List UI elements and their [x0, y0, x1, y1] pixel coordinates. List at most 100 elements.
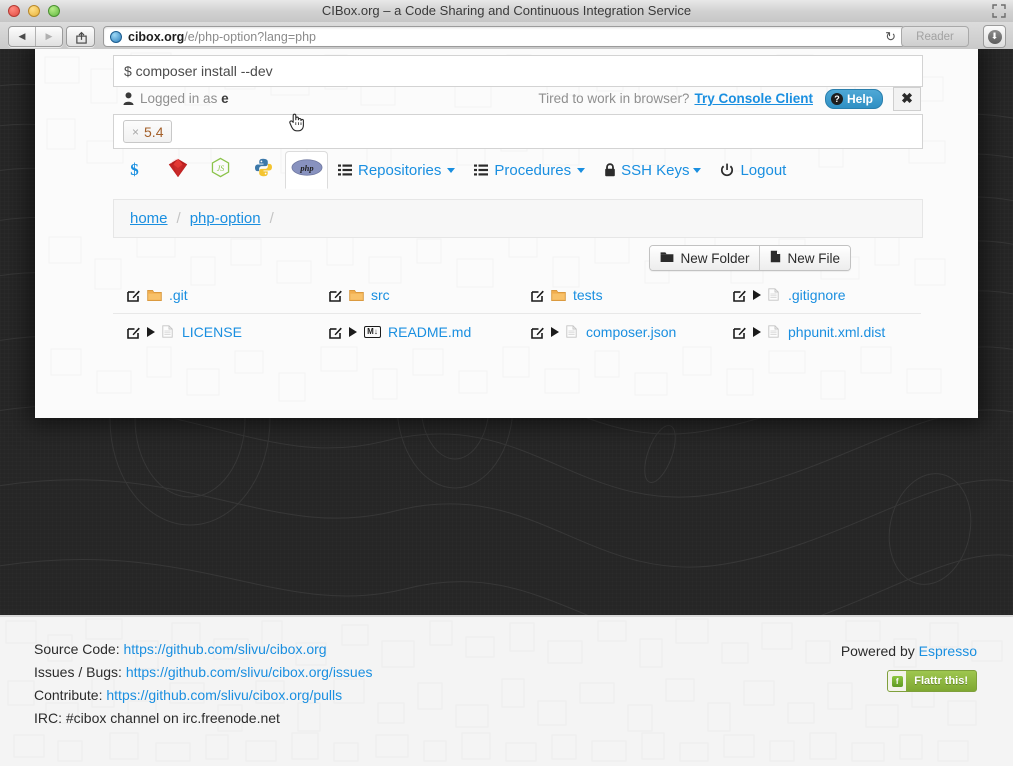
- remove-tag-icon[interactable]: ×: [132, 125, 139, 139]
- file-name[interactable]: .gitignore: [788, 287, 846, 303]
- edit-icon[interactable]: [531, 289, 544, 302]
- edit-icon[interactable]: [329, 289, 342, 302]
- run-icon[interactable]: [753, 290, 761, 300]
- site-favicon-icon: [110, 30, 122, 43]
- share-button[interactable]: [66, 26, 95, 47]
- lock-icon: [604, 163, 616, 177]
- browser-window: CIBox.org – a Code Sharing and Continuou…: [0, 0, 1013, 766]
- edit-icon[interactable]: [531, 326, 544, 339]
- php-icon: php: [291, 159, 323, 181]
- footer-link-contribute[interactable]: https://github.com/slivu/cibox.org/pulls: [106, 687, 342, 703]
- lang-tab-ruby[interactable]: [156, 151, 199, 189]
- file-name[interactable]: .git: [169, 287, 188, 303]
- flattr-button[interactable]: f Flattr this!: [887, 670, 977, 692]
- markdown-icon: M↓: [364, 326, 381, 338]
- file-name[interactable]: tests: [573, 287, 603, 303]
- footer-link-issues[interactable]: https://github.com/slivu/cibox.org/issue…: [126, 664, 373, 680]
- file-item[interactable]: phpunit.xml.dist: [719, 324, 921, 340]
- user-icon: [123, 92, 134, 105]
- file-actions: New Folder New File: [649, 245, 851, 271]
- back-button[interactable]: ◀: [9, 27, 35, 46]
- nav-menu: Repositories Procedures SSH Keys Logout: [338, 151, 786, 189]
- document-icon: [768, 324, 781, 340]
- file-item[interactable]: LICENSE: [113, 324, 315, 340]
- powered-by: Powered by Espresso: [841, 643, 977, 659]
- chevron-down-icon: [577, 167, 586, 173]
- reader-button[interactable]: Reader: [901, 26, 969, 47]
- run-icon[interactable]: [349, 327, 357, 337]
- folder-icon: [551, 289, 566, 302]
- svg-text:JS: JS: [217, 164, 224, 173]
- file-item[interactable]: M↓ README.md: [315, 324, 517, 340]
- try-console-client-link[interactable]: Try Console Client: [694, 91, 813, 106]
- lang-tab-php[interactable]: php: [285, 151, 328, 189]
- edit-icon[interactable]: [733, 326, 746, 339]
- file-item[interactable]: composer.json: [517, 324, 719, 340]
- lang-tab-shell[interactable]: $: [113, 151, 156, 189]
- reload-icon[interactable]: ↻: [885, 29, 896, 45]
- breadcrumb-item-php-option[interactable]: php-option: [190, 210, 261, 227]
- nav-item-ssh-keys[interactable]: SSH Keys: [604, 161, 702, 179]
- help-button[interactable]: ? Help: [824, 88, 883, 109]
- nav-label-procedures: Procedures: [494, 161, 572, 179]
- lang-tab-python[interactable]: [242, 151, 285, 189]
- downloads-button[interactable]: ⬇: [983, 25, 1006, 48]
- logged-in-label: Logged in as e: [140, 91, 229, 106]
- edit-icon[interactable]: [733, 289, 746, 302]
- shell-icon: $: [130, 160, 139, 179]
- browser-toolbar: ◀ ▶ cibox.org/e/php-option?lang=php ↻ Re…: [0, 22, 1013, 50]
- table-row: .git src tests .gitignore: [113, 277, 921, 314]
- file-name[interactable]: phpunit.xml.dist: [788, 324, 885, 340]
- new-file-button[interactable]: New File: [759, 246, 850, 270]
- edit-icon[interactable]: [329, 326, 342, 339]
- file-name[interactable]: README.md: [388, 324, 471, 340]
- edit-icon[interactable]: [127, 326, 140, 339]
- nav-item-repositories[interactable]: Repositories: [338, 161, 456, 179]
- version-tag[interactable]: × 5.4: [123, 120, 173, 143]
- console-command-input[interactable]: $ composer install --dev: [113, 55, 923, 87]
- file-name[interactable]: composer.json: [586, 324, 676, 340]
- close-console-button[interactable]: ✖: [893, 86, 921, 111]
- power-icon: [720, 163, 734, 177]
- run-icon[interactable]: [753, 327, 761, 337]
- powered-by-link[interactable]: Espresso: [919, 643, 977, 659]
- url-path: /e/php-option?lang=php: [184, 29, 316, 44]
- file-name[interactable]: LICENSE: [182, 324, 242, 340]
- nav-label-repositories: Repositories: [358, 161, 442, 179]
- table-row: LICENSE M↓ README.md composer.json phpun…: [113, 314, 921, 350]
- footer-label-irc: IRC: #cibox channel on irc.freenode.net: [34, 710, 280, 726]
- python-icon: [253, 157, 274, 183]
- version-tag-field[interactable]: × 5.4: [113, 114, 923, 149]
- file-item[interactable]: .git: [113, 287, 315, 303]
- nav-item-logout[interactable]: Logout: [720, 162, 786, 179]
- flattr-label: Flattr this!: [914, 675, 968, 687]
- flattr-mark: f: [891, 675, 903, 687]
- forward-button[interactable]: ▶: [35, 27, 62, 46]
- address-bar[interactable]: cibox.org/e/php-option?lang=php ↻: [103, 26, 905, 47]
- edit-icon[interactable]: [127, 289, 140, 302]
- run-icon[interactable]: [147, 327, 155, 337]
- file-item[interactable]: tests: [517, 287, 719, 303]
- file-name[interactable]: src: [371, 287, 390, 303]
- run-icon[interactable]: [551, 327, 559, 337]
- nav-item-procedures[interactable]: Procedures: [474, 161, 586, 179]
- breadcrumb-separator: /: [269, 210, 274, 227]
- lang-tab-nodejs[interactable]: JS: [199, 151, 242, 189]
- help-button-label: Help: [846, 91, 873, 106]
- status-strip: Logged in as e Tired to work in browser?…: [113, 85, 921, 112]
- breadcrumb-item-home[interactable]: home: [130, 210, 168, 227]
- file-item[interactable]: src: [315, 287, 517, 303]
- fullscreen-icon[interactable]: [992, 4, 1006, 18]
- flattr-logo-icon: f: [888, 671, 907, 691]
- new-folder-button[interactable]: New Folder: [650, 246, 760, 270]
- footer-link-source-code[interactable]: https://github.com/slivu/cibox.org: [124, 641, 327, 657]
- new-folder-label: New Folder: [680, 250, 750, 266]
- folder-icon: [147, 289, 162, 302]
- footer-label-issues: Issues / Bugs:: [34, 664, 122, 680]
- file-item[interactable]: .gitignore: [719, 287, 921, 303]
- document-icon: [162, 324, 175, 340]
- content-sheet: $ composer install --dev Logged in as e …: [35, 49, 978, 418]
- footer-links: Source Code: https://github.com/slivu/ci…: [34, 641, 373, 733]
- nav-label-ssh-keys: SSH Keys: [621, 161, 690, 179]
- question-mark-icon: ?: [830, 92, 843, 105]
